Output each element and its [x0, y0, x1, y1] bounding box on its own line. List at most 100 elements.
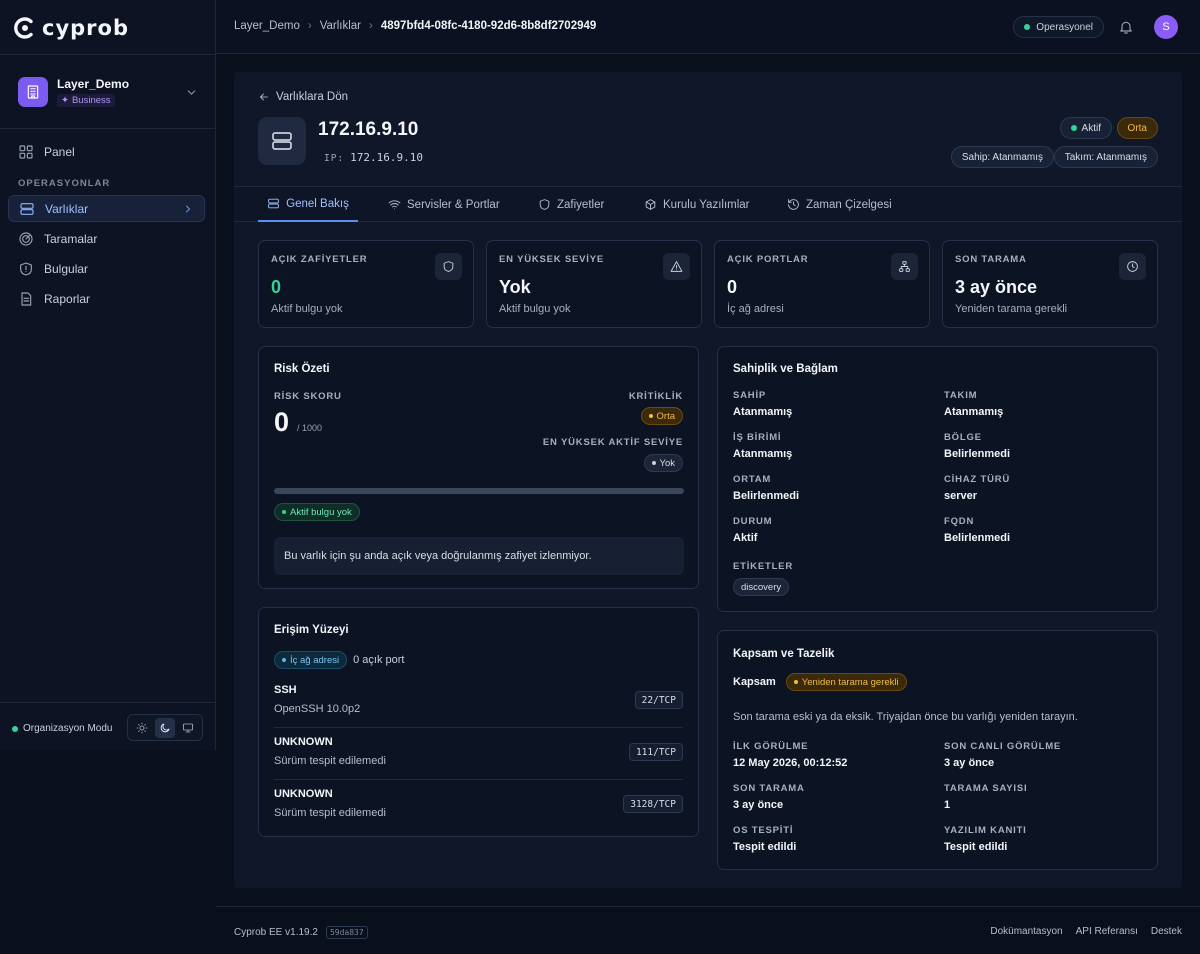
moon-icon [160, 723, 170, 732]
stat-card-open-ports: AÇIK PORTLAR 0 İç ağ adresi [714, 240, 930, 328]
stat-sub: Aktif bulgu yok [499, 303, 571, 315]
theme-light-button[interactable] [132, 718, 152, 738]
risk-score-value: 0 [274, 407, 290, 437]
port-badge: 22/TCP [634, 691, 683, 709]
criticality-value: Orta [656, 410, 675, 422]
org-mode-indicator: Organizasyon Modu [12, 723, 113, 734]
clock-icon [1119, 253, 1146, 280]
criticality-label: Orta [1127, 122, 1147, 134]
org-building-icon [18, 77, 48, 107]
stat-card-highest-severity: EN YÜKSEK SEVİYE Yok Aktif bulgu yok [486, 240, 702, 328]
server-icon [268, 198, 280, 209]
field-team: TAKIM Atanmamış [944, 390, 1003, 418]
back-link[interactable]: Varlıklara Dön [258, 91, 348, 103]
nav-item-taramalar[interactable]: Taramalar [8, 225, 205, 252]
field-first-seen: İLK GÖRÜLME 12 May 2026, 00:12:52 [733, 741, 847, 769]
asset-ip: IP: 172.16.9.10 [324, 151, 423, 164]
nav-label: Bulgular [44, 261, 89, 276]
tab-label: Kurulu Yazılımlar [663, 198, 750, 211]
breadcrumb-assets[interactable]: Varlıklar [320, 20, 361, 32]
stat-value: Yok [499, 277, 531, 297]
ip-label: IP: [324, 153, 345, 164]
port-badge: 3128/TCP [623, 795, 683, 813]
card-title: Sahiplik ve Bağlam [733, 363, 838, 375]
tag-chip[interactable]: discovery [733, 578, 790, 596]
service-version: Sürüm tespit edilemedi [274, 807, 386, 819]
tab-vulnerabilities[interactable]: Zafiyetler [538, 187, 604, 222]
breadcrumb-org[interactable]: Layer_Demo [234, 20, 300, 32]
port-row[interactable]: SSH OpenSSH 10.0p2 22/TCP [274, 676, 683, 728]
footer-link-support[interactable]: Destek [1151, 926, 1182, 937]
field-value: Belirlenmedi [944, 448, 1011, 460]
version-label: Cyprob EE v1.19.2 [234, 927, 318, 938]
status-dot [1070, 125, 1077, 131]
nav-item-raporlar[interactable]: Raporlar [8, 285, 205, 312]
status-dot [651, 461, 656, 465]
sidebar-footer: Organizasyon Modu [0, 702, 216, 750]
field-label: DURUM [733, 516, 773, 527]
stat-label: AÇIK PORTLAR [727, 254, 809, 265]
footer-link-api[interactable]: API Referansı [1076, 926, 1138, 937]
rescan-label: Yeniden tarama gerekli [801, 676, 899, 688]
topbar: Layer_Demo › Varlıklar › 4897bfd4-08fc-4… [216, 0, 1200, 54]
field-software-evidence: YAZILIM KANITI Tespit edildi [944, 825, 1027, 853]
stat-value: 0 [271, 277, 282, 297]
logo-text: cyprob [42, 16, 129, 40]
field-os-detection: OS TESPİTİ Tespit edildi [733, 825, 796, 853]
team-badge[interactable]: Takım: Atanmamış [1053, 146, 1158, 168]
stat-value: 3 ay önce [955, 277, 1038, 297]
commit-hash: 59da837 [325, 926, 368, 939]
coverage-card: Kapsam ve Tazelik Kapsam Yeniden tarama … [717, 630, 1158, 870]
logo[interactable]: cyprob [12, 14, 129, 42]
network-scope-label: İç ağ adresi [290, 654, 340, 666]
field-last-alive: SON CANLI GÖRÜLME 3 ay önce [944, 741, 1061, 769]
chevron-right-icon: › [307, 20, 312, 32]
theme-dark-button[interactable] [154, 717, 175, 738]
footer-links: Dokümantasyon API Referansı Destek [990, 926, 1182, 937]
org-mode-label: Organizasyon Modu [23, 723, 113, 734]
owner-badge[interactable]: Sahip: Atanmamış [950, 146, 1054, 168]
theme-system-button[interactable] [178, 718, 198, 738]
tab-label: Zaman Çizelgesi [806, 198, 892, 211]
user-avatar[interactable]: S [1154, 15, 1178, 39]
tab-overview[interactable]: Genel Bakış [258, 187, 358, 222]
stat-card-open-vulns: AÇIK ZAFİYETLER 0 Aktif bulgu yok [258, 240, 474, 328]
status-dot [282, 658, 286, 662]
package-icon [645, 199, 656, 210]
field-label: SON CANLI GÖRÜLME [944, 741, 1062, 752]
system-status-label: Operasyonel [1036, 21, 1093, 33]
tab-services-ports[interactable]: Servisler & Portlar [388, 187, 500, 222]
nav-label: Panel [44, 144, 75, 159]
field-value: 12 May 2026, 00:12:52 [733, 757, 848, 769]
tab-bar: Genel Bakış Servisler & Portlar Zafiyetl… [234, 186, 1182, 222]
stat-sub: Yeniden tarama gerekli [955, 303, 1068, 315]
status-dot [793, 680, 798, 684]
port-badge: 111/TCP [628, 743, 683, 761]
field-label: BÖLGE [944, 432, 982, 443]
org-switcher[interactable]: Layer_Demo ✦ Business [18, 76, 198, 108]
field-value: Aktif [733, 532, 758, 544]
shield-alert-icon [20, 261, 32, 276]
nav-item-bulgular[interactable]: Bulgular [8, 255, 205, 282]
org-plan-badge: ✦ Business [57, 94, 115, 107]
bell-icon[interactable] [1118, 19, 1134, 35]
chevron-down-icon [187, 89, 196, 95]
service-version: Sürüm tespit edilemedi [274, 755, 386, 767]
nav-item-varliklar[interactable]: Varlıklar [8, 195, 205, 222]
port-row[interactable]: UNKNOWN Sürüm tespit edilemedi 3128/TCP [274, 780, 683, 832]
service-name: UNKNOWN [274, 736, 333, 748]
tab-installed-software[interactable]: Kurulu Yazılımlar [644, 187, 750, 222]
theme-switcher [127, 714, 203, 741]
nav-label: Taramalar [44, 231, 98, 246]
footer-link-docs[interactable]: Dokümantasyon [990, 926, 1062, 937]
tab-label: Servisler & Portlar [407, 198, 500, 211]
access-surface-card: Erişim Yüzeyi İç ağ adresi 0 açık port S… [258, 607, 699, 837]
port-row[interactable]: UNKNOWN Sürüm tespit edilemedi 111/TCP [274, 728, 683, 780]
asset-status-badge: Aktif [1059, 117, 1112, 139]
system-status-badge[interactable]: Operasyonel [1013, 16, 1104, 38]
tab-timeline[interactable]: Zaman Çizelgesi [787, 187, 892, 222]
status-dot [282, 510, 286, 514]
field-label: YAZILIM KANITI [944, 825, 1027, 836]
nav-item-panel[interactable]: Panel [8, 138, 205, 165]
cyprob-logo-icon [14, 17, 33, 39]
